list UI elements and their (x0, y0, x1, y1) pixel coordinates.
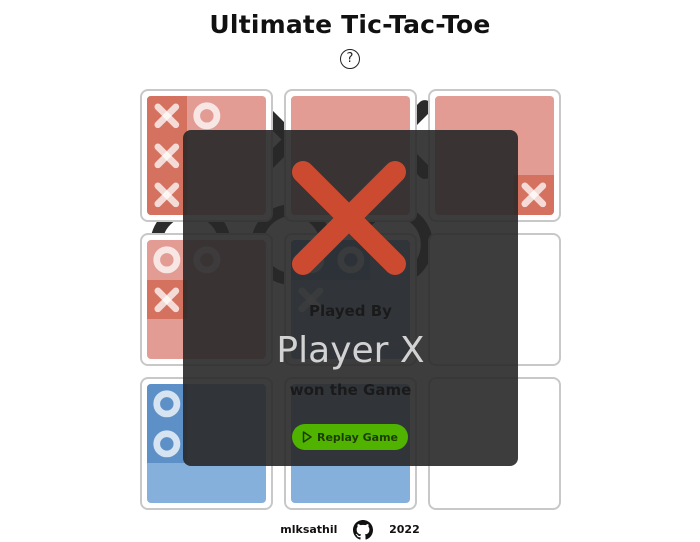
x-mark-icon (154, 103, 180, 129)
x-mark-icon (154, 287, 180, 312)
winner-x-icon (292, 161, 406, 275)
cell-empty[interactable] (187, 463, 227, 503)
cell-empty[interactable] (147, 463, 187, 503)
winner-player-name: Player X (276, 330, 425, 371)
cell-o[interactable] (147, 384, 187, 424)
cell-empty[interactable] (514, 280, 554, 320)
page-title: Ultimate Tic-Tac-Toe (209, 10, 491, 39)
cell-x[interactable] (514, 175, 554, 215)
o-ring (153, 246, 181, 274)
replay-game-label: Replay Game (316, 430, 399, 444)
o-ring (153, 390, 181, 418)
cell-x[interactable] (147, 135, 187, 176)
played-by-label: Played By (309, 302, 392, 320)
cell-o[interactable] (147, 240, 187, 280)
replay-game-button[interactable]: Replay Game (292, 424, 408, 450)
cell-x[interactable] (147, 175, 187, 215)
cell-empty[interactable] (435, 463, 475, 503)
cell-empty[interactable] (370, 463, 410, 503)
github-icon[interactable] (353, 520, 374, 540)
cell-empty[interactable] (331, 463, 371, 503)
cell-empty[interactable] (514, 463, 554, 503)
o-mark-icon (153, 246, 181, 274)
copyright-year: 2022 (389, 523, 420, 536)
cell-empty[interactable] (514, 240, 554, 280)
cell-x[interactable] (147, 96, 187, 136)
o-ring (153, 430, 181, 457)
cell-empty[interactable] (147, 319, 187, 359)
footer: mlksathil 2022 (0, 520, 700, 540)
o-mark-icon (153, 430, 181, 457)
cell-o[interactable] (147, 423, 187, 464)
won-the-game-label: won the Game (289, 381, 412, 399)
o-mark-icon (153, 390, 181, 418)
cell-empty[interactable] (514, 384, 554, 424)
question-circle-icon[interactable]: ? (340, 49, 360, 69)
x-mark-icon (154, 182, 180, 208)
cell-empty[interactable] (514, 319, 554, 359)
x-mark-icon (521, 182, 547, 208)
o-mark-icon (193, 102, 220, 130)
cell-x[interactable] (147, 279, 187, 320)
play-icon (302, 431, 312, 443)
x-mark-icon (154, 143, 180, 168)
cell-empty[interactable] (514, 136, 554, 176)
cell-empty[interactable] (291, 463, 331, 503)
o-ring (193, 102, 220, 130)
cell-empty[interactable] (514, 424, 554, 464)
cell-empty[interactable] (514, 96, 554, 136)
cell-empty[interactable] (226, 463, 266, 503)
author-name: mlksathil (280, 523, 338, 536)
cell-empty[interactable] (475, 463, 515, 503)
